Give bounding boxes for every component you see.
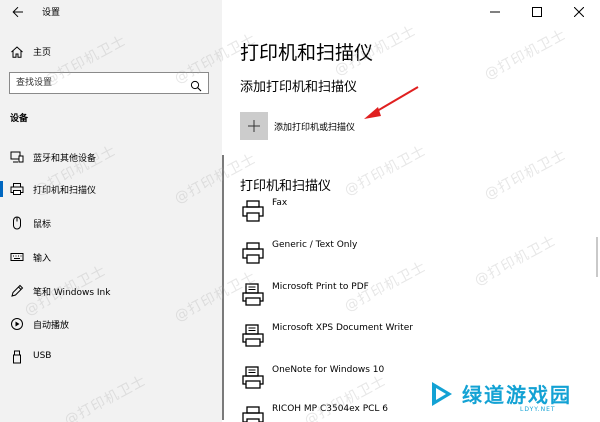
main-scrollbar[interactable] [596, 32, 598, 414]
printer-item-xps-writer[interactable]: Microsoft XPS Document Writer [240, 323, 580, 359]
printer-item-fax[interactable]: Fax [240, 198, 580, 234]
title-bar: 设置 [0, 0, 222, 24]
pen-icon [10, 284, 24, 298]
sidebar-item-label: 打印机和扫描仪 [33, 186, 97, 196]
sidebar-item-label: 笔和 Windows Ink [33, 288, 111, 298]
sidebar-item-mouse[interactable]: 鼠标 [0, 210, 222, 236]
printer-name: Microsoft Print to PDF [272, 282, 369, 292]
printer-item-print-to-pdf[interactable]: Microsoft Print to PDF [240, 282, 580, 318]
printer-item-generic[interactable]: Generic / Text Only [240, 240, 580, 276]
add-printer-label: 添加打印机或扫描仪 [274, 122, 356, 133]
printer-name: Fax [272, 198, 288, 208]
active-indicator [0, 181, 3, 197]
sidebar-item-autoplay[interactable]: 自动播放 [0, 311, 222, 337]
usb-icon [10, 350, 24, 364]
printer-icon [240, 198, 266, 224]
sidebar-item-label: 主页 [33, 48, 52, 58]
pdf-printer-icon [240, 323, 266, 349]
sidebar-item-bluetooth[interactable]: 蓝牙和其他设备 [0, 144, 222, 170]
keyboard-icon [10, 250, 24, 264]
search-box[interactable] [9, 72, 209, 94]
app-title: 设置 [42, 8, 61, 18]
pdf-printer-icon [240, 282, 266, 308]
plus-icon [248, 120, 260, 132]
maximize-button[interactable] [516, 0, 558, 24]
logo-mark-icon [432, 382, 452, 406]
sidebar-item-label: 输入 [33, 254, 52, 264]
section-label: 设备 [10, 114, 29, 124]
printer-name: Generic / Text Only [272, 240, 358, 250]
back-arrow-icon [12, 6, 23, 18]
window-controls [474, 0, 600, 24]
printer-icon [240, 404, 266, 422]
printer-name: RICOH MP C3504ex PCL 6 [272, 404, 389, 414]
add-section-title: 添加打印机和扫描仪 [240, 80, 358, 95]
close-icon [574, 7, 584, 17]
pdf-printer-icon [240, 365, 266, 391]
sidebar-item-typing[interactable]: 输入 [0, 244, 222, 270]
close-button[interactable] [558, 0, 600, 24]
minimize-button[interactable] [474, 0, 516, 24]
printer-name: Microsoft XPS Document Writer [272, 323, 413, 333]
sidebar: 设置 主页 设备 蓝牙和其他设备 打印机和扫描仪 鼠标 [0, 0, 222, 422]
search-input[interactable] [10, 73, 188, 93]
sidebar-item-home[interactable]: 主页 [0, 40, 222, 62]
printer-icon [240, 240, 266, 266]
sidebar-item-label: 鼠标 [33, 220, 52, 230]
sidebar-item-usb[interactable]: USB [0, 344, 222, 370]
sidebar-item-label: 自动播放 [33, 321, 70, 331]
red-arrow-annotation-icon [364, 86, 419, 119]
printers-section-title: 打印机和扫描仪 [240, 179, 332, 194]
sidebar-item-pen[interactable]: 笔和 Windows Ink [0, 278, 222, 304]
logo-subtext: LDYY.NET [520, 406, 556, 413]
minimize-icon [490, 11, 500, 13]
page-title: 打印机和扫描仪 [240, 42, 374, 64]
printer-icon [10, 182, 24, 196]
back-button[interactable] [10, 4, 26, 20]
autoplay-icon [10, 317, 24, 331]
main-pane: 打印机和扫描仪 添加打印机和扫描仪 添加打印机或扫描仪 打印机和扫描仪 Fax … [224, 0, 600, 422]
mouse-icon [10, 216, 24, 230]
add-tile [240, 112, 268, 140]
maximize-icon [532, 7, 542, 17]
add-printer-button[interactable]: 添加打印机或扫描仪 [240, 112, 355, 140]
logo-text: 绿道游戏园 [462, 383, 572, 407]
printer-name: OneNote for Windows 10 [272, 365, 385, 375]
search-icon[interactable] [190, 77, 202, 96]
sidebar-item-label: USB [33, 351, 52, 361]
bluetooth-devices-icon [10, 150, 24, 164]
site-logo: 绿道游戏园 LDYY.NET [424, 374, 600, 422]
sidebar-item-label: 蓝牙和其他设备 [33, 154, 97, 164]
sidebar-item-printers[interactable]: 打印机和扫描仪 [0, 176, 222, 202]
home-icon [10, 44, 24, 63]
